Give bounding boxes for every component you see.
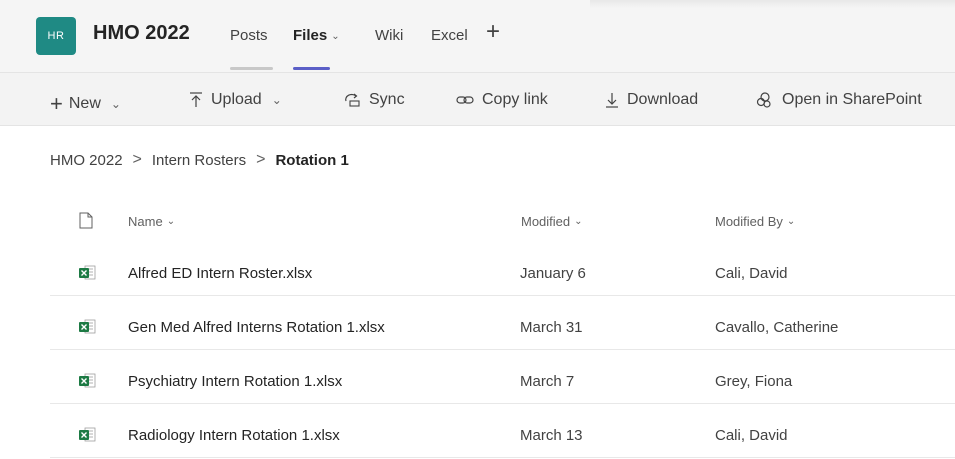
file-modified-by: Cali, David <box>715 265 788 282</box>
file-modified: March 31 <box>520 319 583 336</box>
tab-wiki[interactable]: Wiki <box>375 27 403 44</box>
chevron-down-icon: ⌄ <box>786 216 796 227</box>
sync-button[interactable]: Sync <box>343 91 405 109</box>
chevron-down-icon: ⌄ <box>574 216 583 227</box>
tab-posts-label: Posts <box>230 27 268 44</box>
tab-wiki-label: Wiki <box>375 27 404 44</box>
channel-header: HR HMO 2022 Posts Files ⌄ Wiki Excel + <box>0 0 955 72</box>
excel-file-icon <box>78 264 96 287</box>
column-header-modified-by[interactable]: Modified By ⌄ <box>715 214 795 229</box>
open-in-sharepoint-button[interactable]: Open in SharePoint <box>756 91 922 109</box>
new-button[interactable]: + New ⌄ <box>50 91 121 117</box>
file-name[interactable]: Alfred ED Intern Roster.xlsx <box>128 265 312 282</box>
tab-files[interactable]: Files ⌄ <box>293 27 340 44</box>
column-header-modified[interactable]: Modified ⌄ <box>521 214 583 229</box>
copy-link-button-label: Copy link <box>482 91 548 108</box>
table-row[interactable]: Gen Med Alfred Interns Rotation 1.xlsx M… <box>50 307 955 350</box>
download-button-label: Download <box>627 91 699 108</box>
column-header-name[interactable]: Name ⌄ <box>128 214 175 229</box>
sharepoint-icon <box>756 92 774 108</box>
breadcrumb: HMO 2022 > Intern Rosters > Rotation 1 <box>50 151 349 169</box>
table-row[interactable]: Alfred ED Intern Roster.xlsx January 6 C… <box>50 253 955 296</box>
breadcrumb-item-folder[interactable]: Intern Rosters <box>152 152 246 169</box>
sync-icon <box>343 92 361 108</box>
team-avatar[interactable]: HR <box>36 17 76 55</box>
column-header-modified-by-label: Modified By <box>715 214 783 229</box>
file-modified-by: Cali, David <box>715 427 788 444</box>
files-content: HMO 2022 > Intern Rosters > Rotation 1 N… <box>0 126 955 459</box>
excel-file-icon <box>78 426 96 449</box>
upload-button[interactable]: Upload ⌄ <box>189 91 282 109</box>
chevron-down-icon: ⌄ <box>271 93 282 107</box>
chevron-down-icon: ⌄ <box>110 97 121 111</box>
file-name[interactable]: Psychiatry Intern Rotation 1.xlsx <box>128 373 342 390</box>
download-icon <box>605 92 619 108</box>
tab-hover-indicator <box>230 67 273 70</box>
plus-icon[interactable]: + <box>486 20 500 44</box>
open-in-sharepoint-label: Open in SharePoint <box>782 91 922 108</box>
file-name[interactable]: Radiology Intern Rotation 1.xlsx <box>128 427 340 444</box>
chevron-right-icon: > <box>256 151 266 168</box>
tab-excel[interactable]: Excel <box>431 27 468 44</box>
chevron-down-icon: ⌄ <box>331 31 340 42</box>
file-name[interactable]: Gen Med Alfred Interns Rotation 1.xlsx <box>128 319 385 336</box>
file-modified: January 6 <box>520 265 586 282</box>
tab-active-indicator <box>293 67 330 70</box>
file-modified-by: Grey, Fiona <box>715 373 793 390</box>
breadcrumb-item-root[interactable]: HMO 2022 <box>50 152 123 169</box>
link-icon <box>456 94 474 106</box>
upload-button-label: Upload <box>211 91 262 108</box>
excel-file-icon <box>78 372 96 395</box>
file-modified: March 7 <box>520 373 575 390</box>
team-name[interactable]: HMO 2022 <box>93 22 190 45</box>
table-row[interactable]: Psychiatry Intern Rotation 1.xlsx March … <box>50 361 955 404</box>
column-header-modified-label: Modified <box>521 214 571 229</box>
tab-posts[interactable]: Posts <box>230 27 268 44</box>
copy-link-button[interactable]: Copy link <box>456 91 548 109</box>
new-button-label: New <box>68 95 101 112</box>
plus-icon: + <box>50 91 63 116</box>
file-icon[interactable] <box>79 212 93 234</box>
breadcrumb-current: Rotation 1 <box>275 151 349 169</box>
chevron-down-icon: ⌄ <box>166 216 176 227</box>
team-avatar-initials: HR <box>47 30 65 42</box>
file-modified: March 13 <box>520 427 583 444</box>
header-shade <box>590 0 955 8</box>
command-toolbar: + New ⌄ Upload ⌄ Sync Copy link Download… <box>0 73 955 125</box>
column-header-name-label: Name <box>128 214 163 229</box>
download-button[interactable]: Download <box>605 91 698 109</box>
chevron-right-icon: > <box>132 151 142 168</box>
tab-excel-label: Excel <box>431 27 468 44</box>
sync-button-label: Sync <box>369 91 405 108</box>
upload-icon <box>189 92 203 108</box>
file-modified-by: Cavallo, Catherine <box>715 319 839 336</box>
excel-file-icon <box>78 318 96 341</box>
tab-files-label: Files <box>293 27 328 44</box>
table-row[interactable]: Radiology Intern Rotation 1.xlsx March 1… <box>50 415 955 458</box>
